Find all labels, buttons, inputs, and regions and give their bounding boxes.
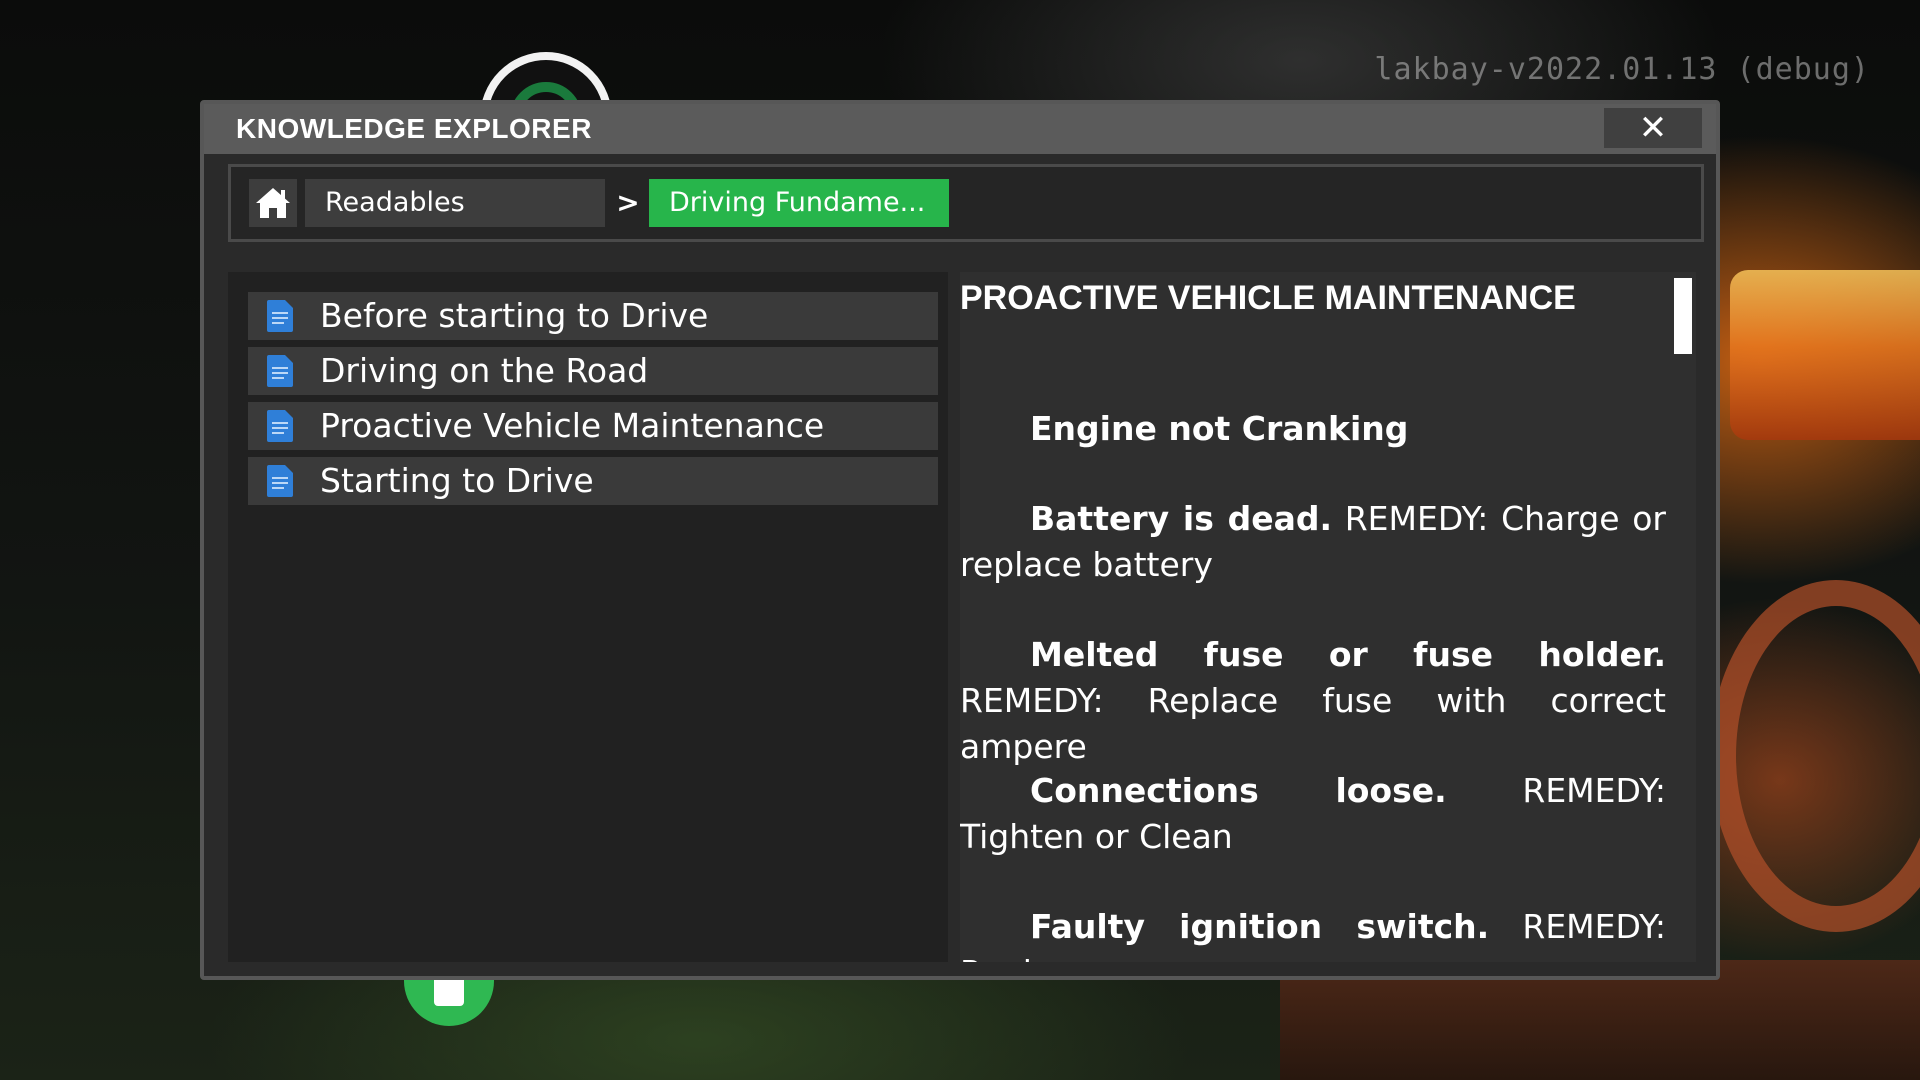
breadcrumb: Readables > Driving Fundame... <box>228 164 1704 242</box>
document-icon <box>267 355 293 387</box>
list-item-label: Proactive Vehicle Maintenance <box>320 406 825 445</box>
version-label: lakbay-v2022.01.13 (debug) <box>1374 52 1870 87</box>
breadcrumb-current[interactable]: Driving Fundame... <box>649 179 949 227</box>
window-title: KNOWLEDGE EXPLORER <box>236 113 592 144</box>
list-item-label: Before starting to Drive <box>320 296 709 335</box>
article-heading: Engine not Cranking <box>1030 409 1409 448</box>
background-lamp <box>1730 270 1920 440</box>
article-entry: Battery is dead. REMEDY: Charge or repla… <box>960 496 1666 588</box>
article-entry: Connections loose. REMEDY: Tighten or Cl… <box>960 768 1666 860</box>
list-item-label: Starting to Drive <box>320 461 594 500</box>
game-background: lakbay-v2022.01.13 (debug) KNOWLEDGE EXP… <box>0 0 1920 1080</box>
entry-problem: Faulty ignition switch. <box>1030 907 1490 946</box>
list-item[interactable]: Starting to Drive <box>248 457 938 505</box>
entry-remedy: REMEDY: Replace fuse with correct ampere <box>960 681 1666 766</box>
entry-problem: Connections loose. <box>1030 771 1447 810</box>
list-item[interactable]: Proactive Vehicle Maintenance <box>248 402 938 450</box>
article-scrollbar[interactable] <box>1674 278 1692 354</box>
document-icon <box>267 465 293 497</box>
close-button[interactable]: ✕ <box>1604 108 1702 148</box>
entry-problem: Battery is dead. <box>1030 499 1332 538</box>
readables-list: Before starting to Drive Driving on the … <box>228 272 948 962</box>
background-ring <box>1710 580 1920 932</box>
article-panel: PROACTIVE VEHICLE MAINTENANCE Engine not… <box>960 272 1696 962</box>
list-item[interactable]: Driving on the Road <box>248 347 938 395</box>
document-icon <box>267 410 293 442</box>
breadcrumb-readables[interactable]: Readables <box>305 179 605 227</box>
entry-problem: Melted fuse or fuse holder. <box>1030 635 1666 674</box>
document-icon <box>267 300 293 332</box>
article-entry: Melted fuse or fuse holder. REMEDY: Repl… <box>960 632 1666 770</box>
window-titlebar: KNOWLEDGE EXPLORER ✕ <box>204 104 1716 154</box>
knowledge-explorer-window: KNOWLEDGE EXPLORER ✕ Readables > Driving… <box>200 100 1720 980</box>
article-title: PROACTIVE VEHICLE MAINTENANCE <box>960 279 1576 317</box>
article-entry: Faulty ignition switch. REMEDY: Replace <box>960 904 1666 962</box>
home-button[interactable] <box>249 179 297 227</box>
list-item[interactable]: Before starting to Drive <box>248 292 938 340</box>
breadcrumb-separator-icon: > <box>616 186 640 219</box>
home-icon <box>256 188 290 218</box>
list-item-label: Driving on the Road <box>320 351 649 390</box>
